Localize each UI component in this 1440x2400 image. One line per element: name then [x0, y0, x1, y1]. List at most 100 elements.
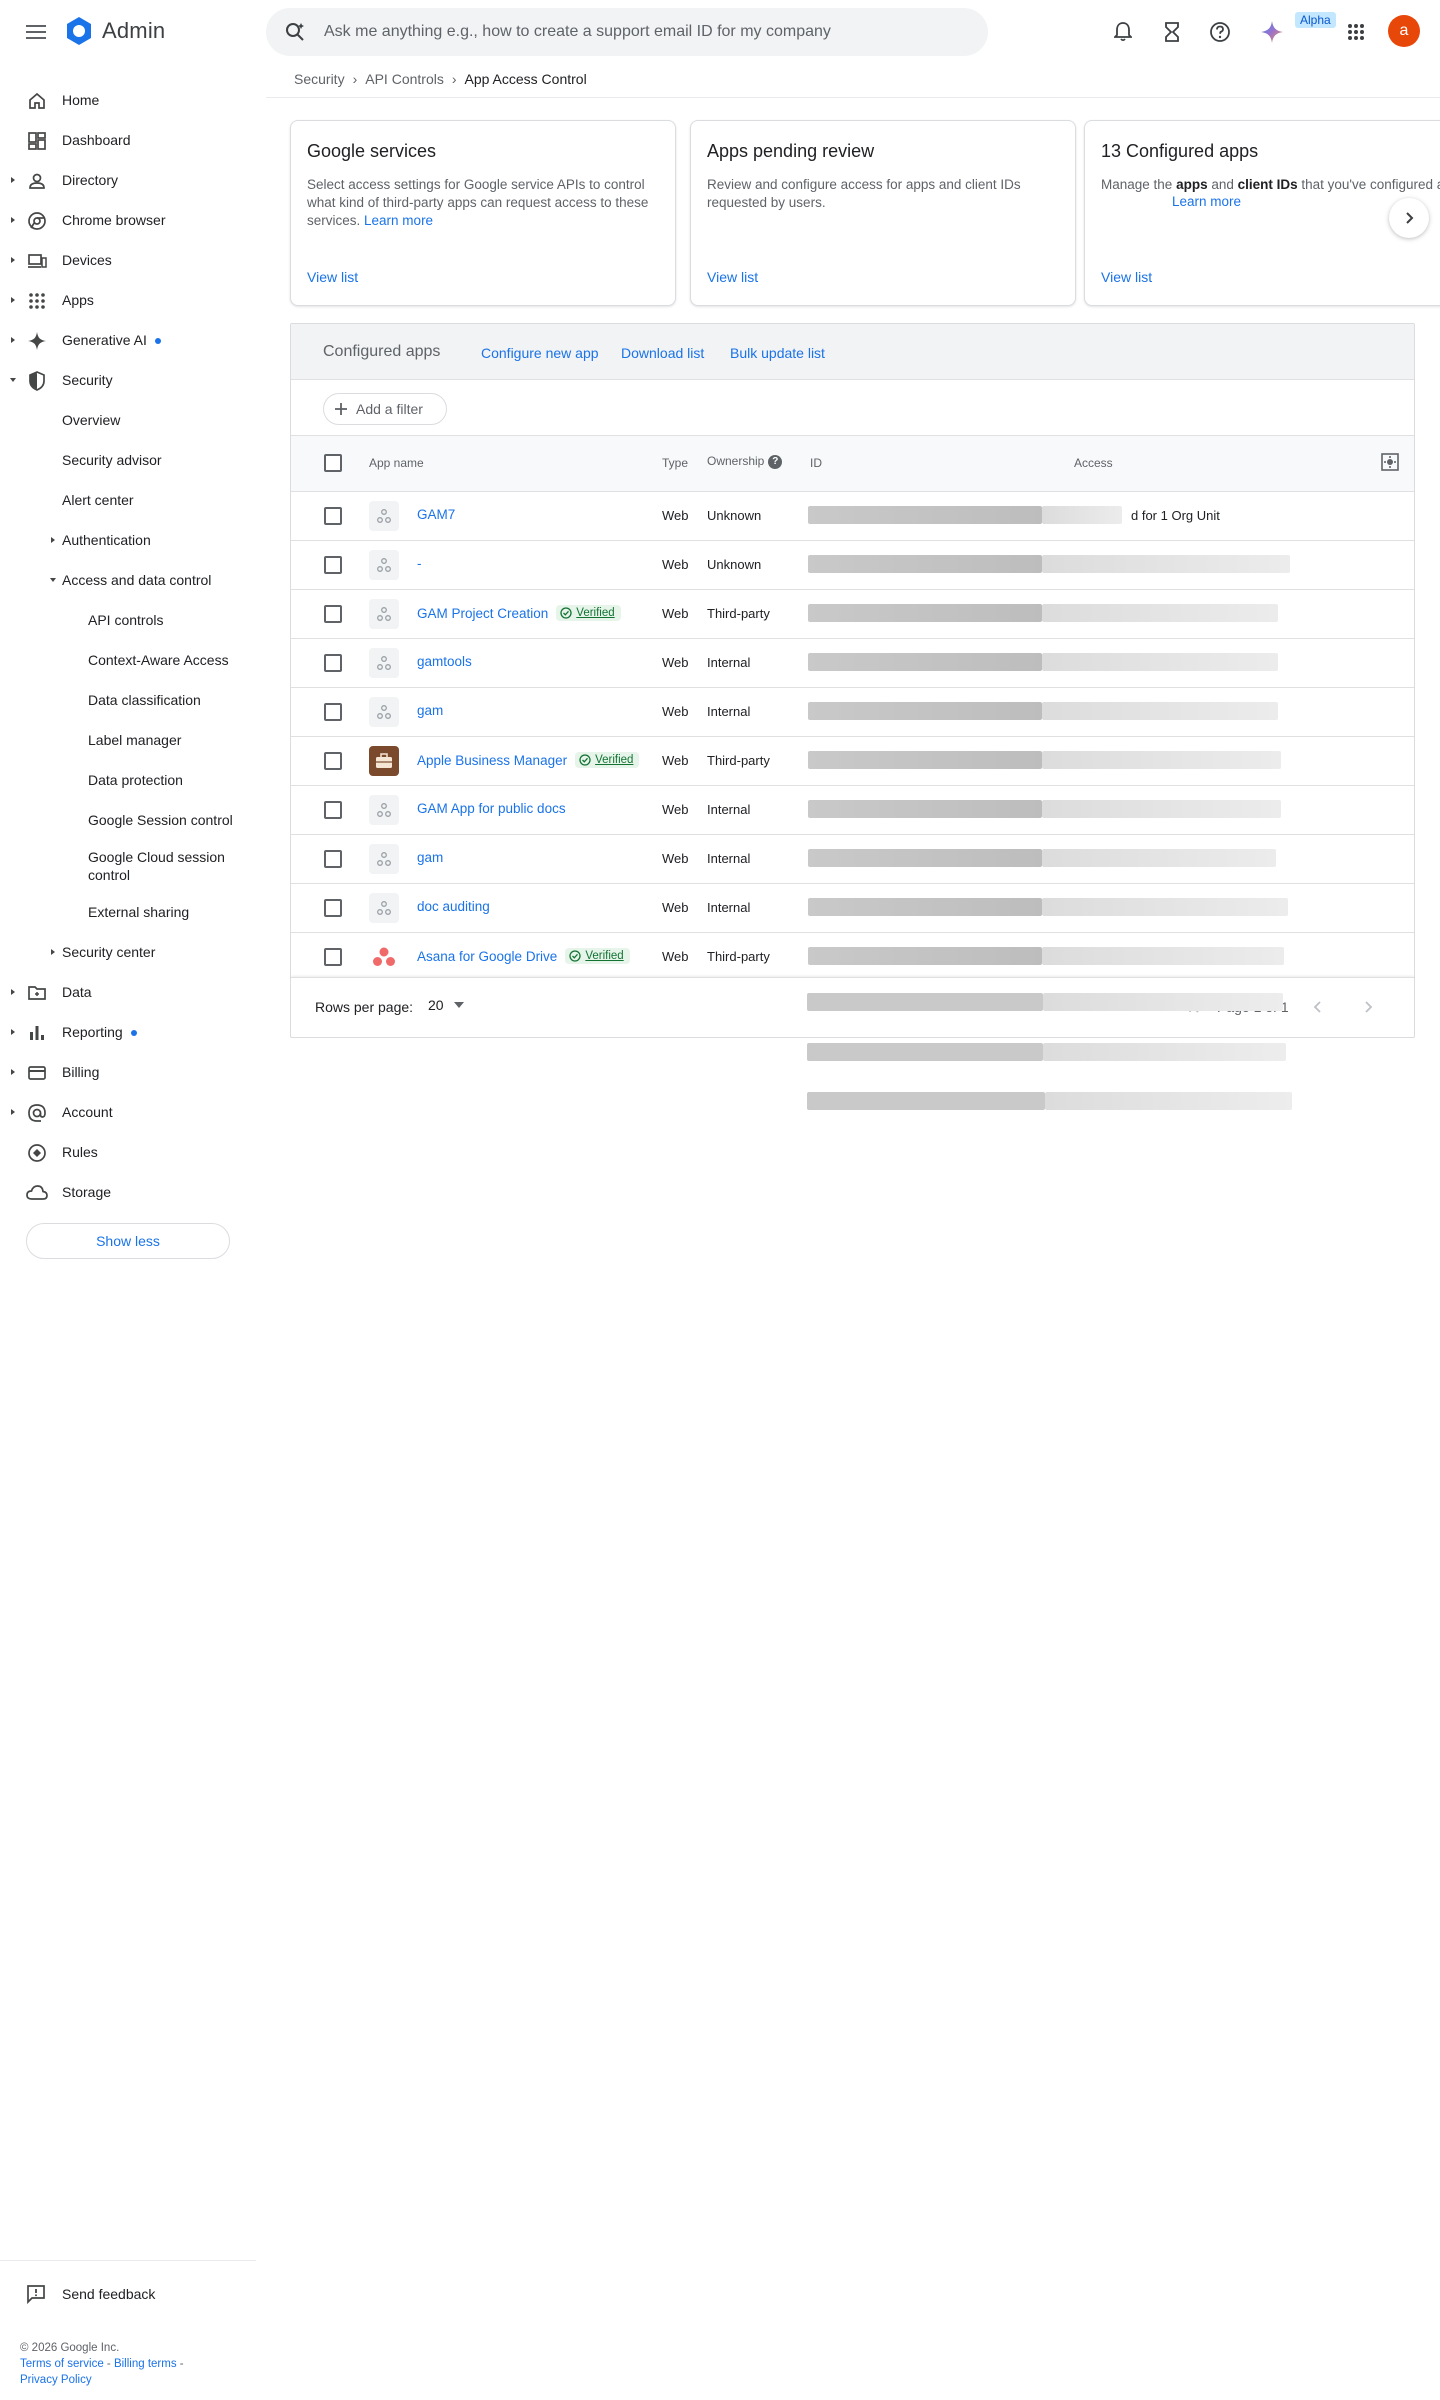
sidebar-item-storage[interactable]: Storage [0, 1172, 256, 1212]
search-bar[interactable] [266, 8, 988, 56]
sidebar-item-directory[interactable]: Directory [0, 160, 256, 200]
billing-terms-link[interactable]: Billing terms [114, 2358, 177, 2370]
app-name-link[interactable]: GAM7 [417, 507, 455, 522]
generic-app-icon [369, 550, 399, 580]
sidebar-item-data[interactable]: Data [0, 972, 256, 1012]
sidebar-item-dashboard[interactable]: Dashboard [0, 120, 256, 160]
terms-of-service-link[interactable]: Terms of service [20, 2358, 104, 2370]
app-name-link[interactable]: Asana for Google Drive Verified [417, 948, 630, 964]
add-filter-button[interactable]: Add a filter [323, 393, 447, 425]
redacted-id [808, 653, 1042, 671]
sidebar-item-access-and-data-control[interactable]: Access and data control [0, 560, 256, 600]
row-checkbox[interactable] [324, 948, 342, 966]
tasks-button[interactable] [1159, 19, 1185, 45]
column-access[interactable]: Access [1074, 456, 1113, 470]
rows-per-page-select[interactable]: 20 [428, 997, 464, 1013]
previous-page-button[interactable] [1305, 995, 1329, 1019]
app-name-link[interactable]: doc auditing [417, 899, 490, 914]
sidebar-item-label-manager[interactable]: Label manager [0, 720, 256, 760]
app-name-link[interactable]: - [417, 556, 422, 571]
sidebar-item-overview[interactable]: Overview [0, 400, 256, 440]
select-all-checkbox[interactable] [324, 454, 342, 472]
learn-more-link[interactable]: Learn more [1172, 194, 1241, 209]
sidebar-item-data-protection[interactable]: Data protection [0, 760, 256, 800]
table-row[interactable]: Asana for Google Drive Verified Web Third… [291, 933, 1414, 982]
sidebar-item-alert-center[interactable]: Alert center [0, 480, 256, 520]
send-feedback-link[interactable]: Send feedback [26, 2284, 155, 2304]
cards-next-button[interactable] [1389, 198, 1429, 238]
table-row[interactable]: GAM App for public docs Web Internal [291, 786, 1414, 835]
learn-more-link[interactable]: Learn more [364, 213, 433, 228]
sidebar-item-chrome-browser[interactable]: Chrome browser [0, 200, 256, 240]
sidebar-item-google-cloud-session-control[interactable]: Google Cloud session control [0, 840, 256, 892]
gemini-button[interactable] [1259, 19, 1285, 45]
help-button[interactable] [1207, 19, 1233, 45]
table-row[interactable]: doc auditing Web Internal [291, 884, 1414, 933]
sidebar-item-external-sharing[interactable]: External sharing [0, 892, 256, 932]
sidebar-item-home[interactable]: Home [0, 80, 256, 120]
sidebar-item-rules[interactable]: Rules [0, 1132, 256, 1172]
configure-new-app-link[interactable]: Configure new app [481, 345, 599, 361]
column-app-name[interactable]: App name [369, 456, 424, 470]
column-settings-button[interactable] [1378, 450, 1402, 474]
download-list-link[interactable]: Download list [621, 345, 704, 361]
sidebar-item-context-aware-access[interactable]: Context-Aware Access [0, 640, 256, 680]
column-ownership[interactable]: Ownership? [707, 454, 783, 469]
sidebar-item-authentication[interactable]: Authentication [0, 520, 256, 560]
app-name-link[interactable]: gamtools [417, 654, 472, 669]
table-row[interactable]: - Web Unknown [291, 541, 1414, 590]
breadcrumb-security[interactable]: Security [294, 71, 345, 87]
table-row[interactable]: gam Web Internal [291, 688, 1414, 737]
bulk-update-list-link[interactable]: Bulk update list [730, 345, 825, 361]
breadcrumb-api-controls[interactable]: API Controls [365, 71, 444, 87]
row-checkbox[interactable] [324, 507, 342, 525]
sidebar-item-security-center[interactable]: Security center [0, 932, 256, 972]
cell-ownership: Third-party [707, 606, 770, 621]
sidebar-item-apps[interactable]: Apps [0, 280, 256, 320]
app-name-link[interactable]: gam [417, 850, 443, 865]
view-list-link[interactable]: View list [707, 269, 758, 285]
column-id[interactable]: ID [810, 456, 822, 470]
row-checkbox[interactable] [324, 654, 342, 672]
show-less-button[interactable]: Show less [26, 1223, 230, 1259]
sidebar-item-account[interactable]: Account [0, 1092, 256, 1132]
row-checkbox[interactable] [324, 752, 342, 770]
sidebar-item-security-advisor[interactable]: Security advisor [0, 440, 256, 480]
table-row[interactable]: gam Web Internal [291, 835, 1414, 884]
account-avatar[interactable]: a [1388, 15, 1420, 47]
table-row[interactable]: GAM7 Web Unknown d for 1 Org Unit [291, 492, 1414, 541]
privacy-policy-link[interactable]: Privacy Policy [20, 2374, 92, 2386]
view-list-link[interactable]: View list [1101, 269, 1152, 285]
app-name-link[interactable]: Apple Business Manager Verified [417, 752, 640, 768]
app-name-link[interactable]: GAM App for public docs [417, 801, 566, 816]
notifications-button[interactable] [1110, 19, 1136, 45]
admin-logo[interactable]: Admin [64, 16, 165, 46]
search-input[interactable] [324, 23, 964, 41]
sidebar-item-security[interactable]: Security [0, 360, 256, 400]
sidebar-item-devices[interactable]: Devices [0, 240, 256, 280]
row-checkbox[interactable] [324, 556, 342, 574]
column-type[interactable]: Type [662, 456, 688, 470]
row-checkbox[interactable] [324, 850, 342, 868]
next-page-button[interactable] [1357, 995, 1381, 1019]
view-list-link[interactable]: View list [307, 269, 358, 285]
row-checkbox[interactable] [324, 801, 342, 819]
sidebar-item-data-classification[interactable]: Data classification [0, 680, 256, 720]
sidebar-item-generative-ai[interactable]: Generative AI [0, 320, 256, 360]
table-row[interactable]: gamtools Web Internal [291, 639, 1414, 688]
app-name-link[interactable]: GAM Project Creation Verified [417, 605, 621, 621]
row-checkbox[interactable] [324, 605, 342, 623]
sidebar-item-reporting[interactable]: Reporting [0, 1012, 256, 1052]
table-row[interactable]: GAM Project Creation Verified Web Third-p… [291, 590, 1414, 639]
sidebar-item-billing[interactable]: Billing [0, 1052, 256, 1092]
main-menu-button[interactable] [22, 19, 50, 45]
row-checkbox[interactable] [324, 703, 342, 721]
sidebar-item-google-session-control[interactable]: Google Session control [0, 800, 256, 840]
app-name-link[interactable]: gam [417, 703, 443, 718]
help-icon[interactable]: ? [768, 454, 783, 469]
google-apps-button[interactable] [1343, 19, 1369, 45]
sidebar-item-api-controls[interactable]: API controls [0, 600, 256, 640]
briefcase-app-icon [369, 746, 399, 776]
row-checkbox[interactable] [324, 899, 342, 917]
table-row[interactable]: Apple Business Manager Verified Web Third… [291, 737, 1414, 786]
